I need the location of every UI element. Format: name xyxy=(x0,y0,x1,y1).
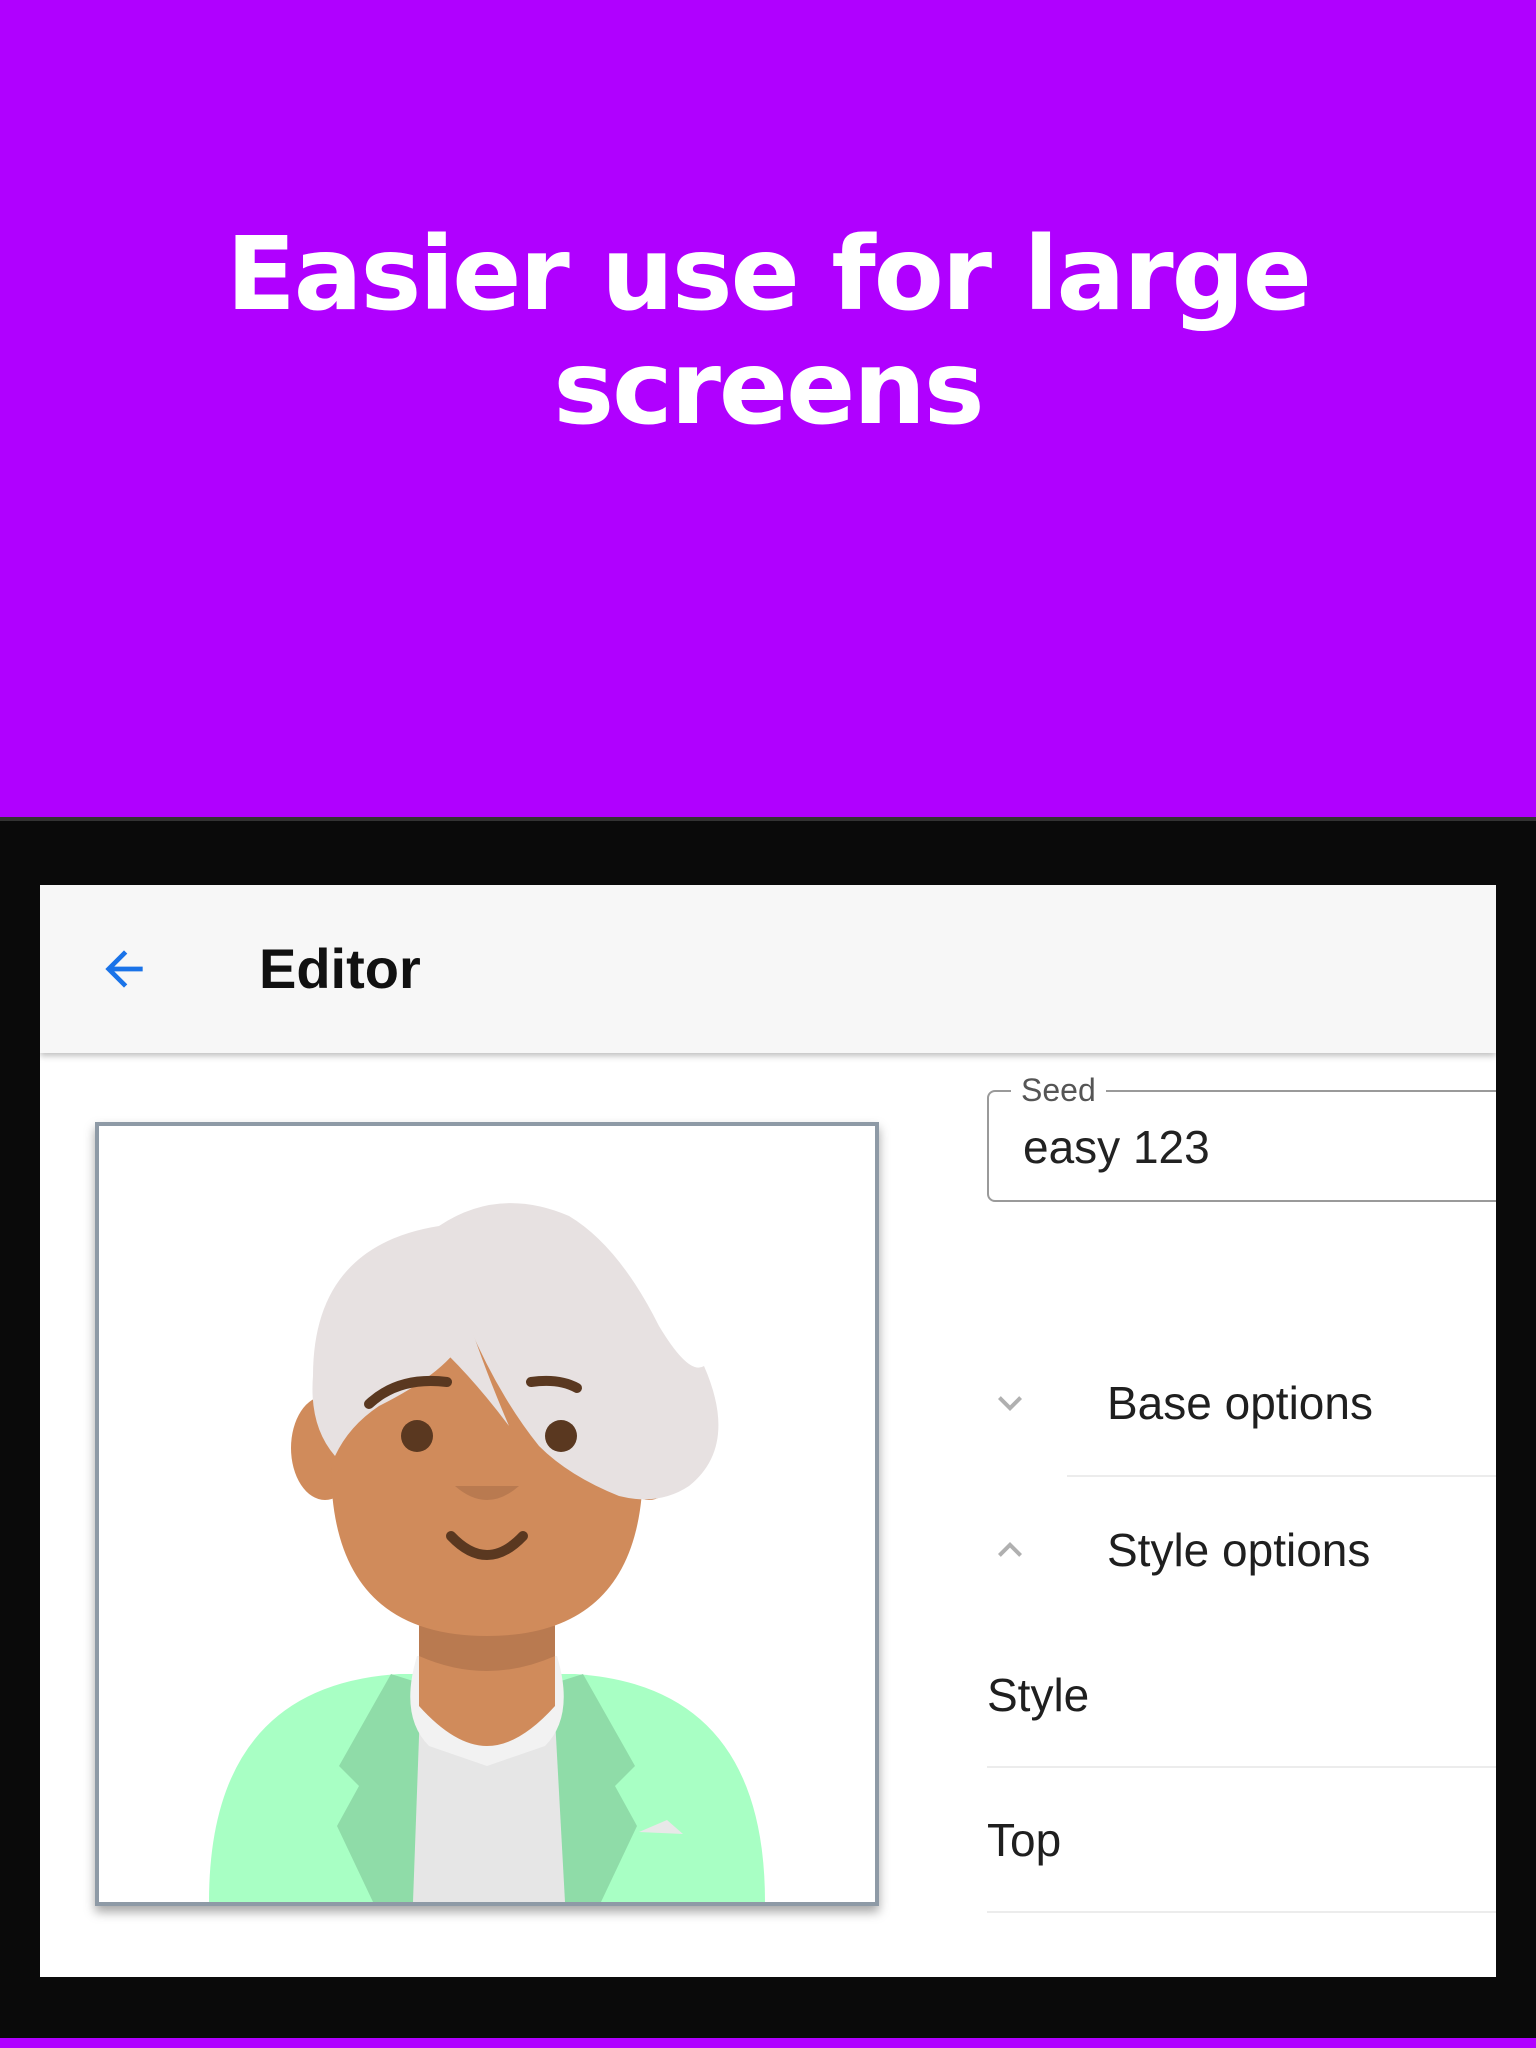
chevron-down-icon xyxy=(980,1373,1040,1433)
avatar-illustration xyxy=(209,1203,765,1902)
promo-title-line-1: Easier use for large xyxy=(226,215,1312,334)
app-bar: Editor xyxy=(40,885,1496,1053)
option-top[interactable]: Top xyxy=(987,1785,1496,1895)
page-title: Editor xyxy=(259,937,421,1000)
back-button[interactable] xyxy=(90,935,158,1003)
option-divider xyxy=(987,1766,1496,1768)
app-screen: Editor Seed easy 123 Base options Style … xyxy=(40,885,1496,1977)
promo-title-line-2: screens xyxy=(553,329,984,448)
accordion-style-options[interactable]: Style options xyxy=(980,1495,1496,1605)
bottom-strip xyxy=(0,2038,1536,2048)
promo-title: Easier use for large screens xyxy=(0,218,1536,446)
seed-input[interactable]: Seed easy 123 xyxy=(987,1072,1496,1202)
accordion-divider xyxy=(1067,1475,1496,1477)
accordion-base-options[interactable]: Base options xyxy=(980,1348,1496,1458)
accordion-label-style-options: Style options xyxy=(1107,1524,1371,1576)
chevron-up-icon xyxy=(980,1520,1040,1580)
option-label-style: Style xyxy=(987,1669,1090,1721)
option-divider xyxy=(987,1911,1496,1913)
seed-label: Seed xyxy=(1011,1072,1106,1108)
accordion-label-base-options: Base options xyxy=(1107,1377,1373,1429)
option-label-top: Top xyxy=(987,1814,1062,1866)
promo-banner: Easier use for large screens xyxy=(0,0,1536,817)
seed-value[interactable]: easy 123 xyxy=(1023,1120,1210,1174)
avatar-preview xyxy=(95,1122,879,1906)
arrow-left-icon xyxy=(105,950,143,988)
option-style[interactable]: Style xyxy=(987,1640,1496,1750)
